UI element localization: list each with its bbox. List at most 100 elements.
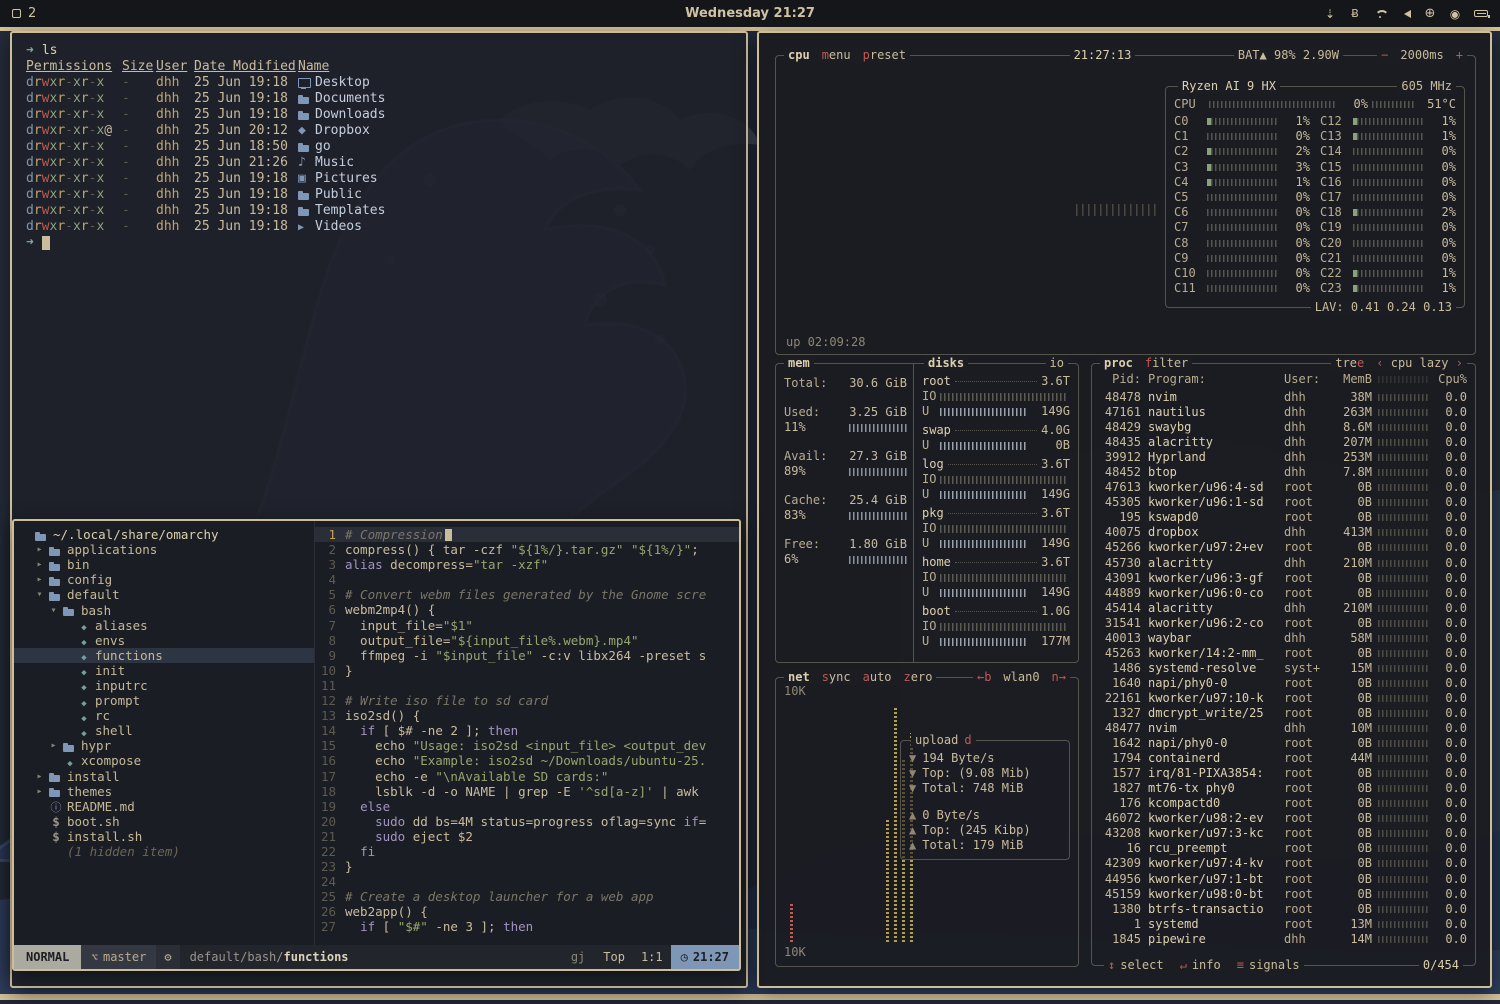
process-row[interactable]: 45305 kworker/u96:1-sd root 0B 0.0	[1100, 495, 1467, 510]
code-line[interactable]: 17 echo -e "\nAvailable SD cards:"	[315, 769, 739, 784]
process-row[interactable]: 47161 nautilus dhh 263M 0.0	[1100, 405, 1467, 420]
process-row[interactable]: 44956 kworker/u97:1-bt root 0B 0.0	[1100, 872, 1467, 887]
prompt-line[interactable]: ➜	[26, 235, 732, 251]
interval-minus[interactable]: −	[1381, 48, 1388, 63]
code-line[interactable]: 5 # Convert webm files generated by the …	[315, 587, 739, 602]
code-line[interactable]: 4	[315, 572, 739, 587]
next-interface-button[interactable]: n→	[1052, 670, 1066, 685]
tree-item[interactable]: shell	[14, 723, 314, 738]
code-line[interactable]: 2 compress() { tar -czf "${1%/}.tar.gz" …	[315, 542, 739, 557]
tree-item[interactable]: ▾ default	[14, 587, 314, 602]
box-button[interactable]: menu	[822, 48, 851, 63]
workspace-indicator[interactable]: 2	[28, 6, 36, 21]
process-row[interactable]: 1642 napi/phy0-0 root 0B 0.0	[1100, 736, 1467, 751]
tree-item[interactable]: rc	[14, 708, 314, 723]
process-row[interactable]: 1486 systemd-resolve syst+ 15M 0.0	[1100, 661, 1467, 676]
prev-interface-button[interactable]: ←b	[977, 670, 991, 685]
col-program[interactable]: Program:	[1148, 372, 1284, 387]
code-line[interactable]: 21 sudo eject $2	[315, 829, 739, 844]
tree-item[interactable]: ▸ bin	[14, 557, 314, 572]
tree-item[interactable]: ▸ install	[14, 769, 314, 784]
code-line[interactable]: 24	[315, 874, 739, 889]
process-row[interactable]: 45263 kworker/14:2-mm_ root 0B 0.0	[1100, 646, 1467, 661]
footer-button[interactable]: ↵info	[1180, 958, 1221, 973]
code-line[interactable]: 8 output_file="${input_file%.webm}.mp4"	[315, 633, 739, 648]
git-branch[interactable]: master	[81, 945, 156, 969]
tree-item[interactable]: init	[14, 663, 314, 678]
code-line[interactable]: 13 iso2sd() {	[315, 708, 739, 723]
code-line[interactable]: 22 fi	[315, 844, 739, 859]
code-line[interactable]: 16 echo "Example: iso2sd ~/Downloads/ubu…	[315, 753, 739, 768]
box-button[interactable]: filter	[1145, 356, 1188, 371]
battery-icon[interactable]	[1474, 10, 1488, 17]
box-button[interactable]: cpu	[788, 48, 810, 63]
gear-icon[interactable]	[156, 945, 179, 969]
process-row[interactable]: 48477 nvim dhh 10M 0.0	[1100, 721, 1467, 736]
process-row[interactable]: 46072 kworker/u98:2-ev root 0B 0.0	[1100, 811, 1467, 826]
process-row[interactable]: 48429 swaybg dhh 8.6M 0.0	[1100, 420, 1467, 435]
wifi-icon[interactable]	[1374, 7, 1386, 21]
code-line[interactable]: 20 sudo dd bs=4M status=progress oflag=s…	[315, 814, 739, 829]
tree-toggle-button[interactable]: tree	[1335, 356, 1364, 371]
col-cpu[interactable]: Cpu%	[1435, 372, 1467, 387]
process-row[interactable]: 1845 pipewire dhh 14M 0.0	[1100, 932, 1467, 947]
tree-item[interactable]: functions	[14, 648, 314, 663]
process-row[interactable]: 42309 kworker/u97:4-kv root 0B 0.0	[1100, 856, 1467, 871]
code-line[interactable]: 1 # Compression	[315, 527, 739, 542]
code-line[interactable]: 15 echo "Usage: iso2sd <input_file> <out…	[315, 738, 739, 753]
process-row[interactable]: 43208 kworker/u97:3-kc root 0B 0.0	[1100, 826, 1467, 841]
box-button[interactable]: zero	[904, 670, 933, 685]
bluetooth-icon[interactable]	[1349, 7, 1361, 21]
process-row[interactable]: 45414 alacritty dhh 210M 0.0	[1100, 601, 1467, 616]
code-line[interactable]: 7 input_file="$1"	[315, 618, 739, 633]
tree-item[interactable]: ▸ applications	[14, 542, 314, 557]
process-row[interactable]: 45730 alacritty dhh 210M 0.0	[1100, 556, 1467, 571]
tree-item[interactable]: ~/.local/share/omarchy	[14, 527, 314, 542]
box-button[interactable]: net	[788, 670, 810, 685]
tree-item[interactable]: xcompose	[14, 753, 314, 768]
process-row[interactable]: 48452 btop dhh 7.8M 0.0	[1100, 465, 1467, 480]
process-row[interactable]: 44889 kworker/u96:0-co root 0B 0.0	[1100, 586, 1467, 601]
network-icon[interactable]	[1424, 7, 1436, 21]
tree-item[interactable]: prompt	[14, 693, 314, 708]
code-line[interactable]: 10 }	[315, 663, 739, 678]
footer-button[interactable]: ≡signals	[1237, 958, 1300, 973]
box-button[interactable]: proc	[1104, 356, 1133, 371]
process-row[interactable]: 1327 dmcrypt_write/25 root 0B 0.0	[1100, 706, 1467, 721]
update-interval[interactable]: − 2000ms +	[1377, 48, 1467, 63]
tree-item[interactable]: ▸ config	[14, 572, 314, 587]
code-line[interactable]: 19 else	[315, 799, 739, 814]
updates-icon[interactable]	[1324, 7, 1336, 21]
clock[interactable]: Wednesday 21:27	[0, 6, 1500, 21]
process-row[interactable]: 1 systemd root 13M 0.0	[1100, 917, 1467, 932]
code-line[interactable]: 26 web2app() {	[315, 904, 739, 919]
process-row[interactable]: 39912 Hyprland dhh 253M 0.0	[1100, 450, 1467, 465]
code-line[interactable]: 27 if [ "$#" -ne 3 ]; then	[315, 919, 739, 934]
tree-item[interactable]: envs	[14, 633, 314, 648]
process-row[interactable]: 45266 kworker/u97:2+ev root 0B 0.0	[1100, 540, 1467, 555]
col-pid[interactable]: Pid:	[1100, 372, 1148, 387]
code-line[interactable]: 18 lsblk -d -o NAME | grep -E '^sd[a-z]'…	[315, 784, 739, 799]
code-line[interactable]: 9 ffmpeg -i "$input_file" -c:v libx264 -…	[315, 648, 739, 663]
sort-selector[interactable]: ‹ cpu lazy ›	[1376, 356, 1463, 371]
process-row[interactable]: 1827 mt76-tx phy0 root 0B 0.0	[1100, 781, 1467, 796]
tree-item[interactable]: (1 hidden item)	[14, 844, 314, 859]
network-interface[interactable]: ←b wlan0 n→	[973, 670, 1070, 685]
col-user[interactable]: User:	[1284, 372, 1332, 387]
io-toggle[interactable]: io	[1046, 356, 1068, 371]
process-row[interactable]: 40013 waybar dhh 58M 0.0	[1100, 631, 1467, 646]
process-row[interactable]: 22161 kworker/u97:10-k root 0B 0.0	[1100, 691, 1467, 706]
tree-item[interactable]: inputrc	[14, 678, 314, 693]
box-button[interactable]: auto	[863, 670, 892, 685]
mem-box-title[interactable]: mem	[784, 356, 814, 371]
tree-item[interactable]: ▸ hypr	[14, 738, 314, 753]
code-line[interactable]: 3 alias decompress="tar -xzf"	[315, 557, 739, 572]
tree-item[interactable]: ▸ themes	[14, 784, 314, 799]
code-line[interactable]: 12 # Write iso file to sd card	[315, 693, 739, 708]
process-row[interactable]: 48435 alacritty dhh 207M 0.0	[1100, 435, 1467, 450]
col-mem[interactable]: MemB	[1332, 372, 1372, 387]
process-row[interactable]: 1380 btrfs-transactio root 0B 0.0	[1100, 902, 1467, 917]
process-row[interactable]: 16 rcu_preempt root 0B 0.0	[1100, 841, 1467, 856]
process-row[interactable]: 40075 dropbox dhh 413M 0.0	[1100, 525, 1467, 540]
tree-item[interactable]: ▾ bash	[14, 602, 314, 617]
